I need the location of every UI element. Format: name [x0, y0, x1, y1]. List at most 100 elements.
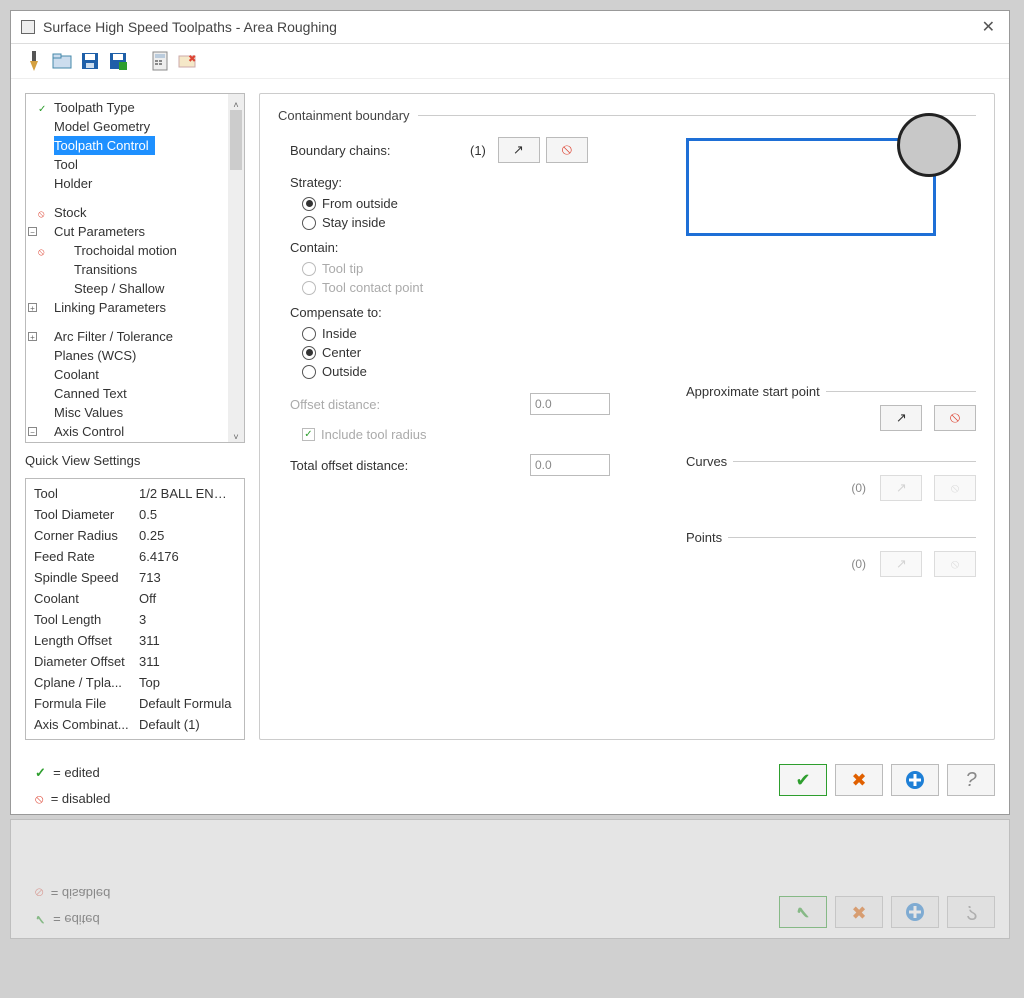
- calculator-icon[interactable]: [149, 50, 171, 72]
- curves-group: Curves (0) ⦸: [686, 454, 976, 501]
- quick-view-row: Tool1/2 BALL ENDMI...: [34, 483, 236, 504]
- disabled-icon: ⦸: [35, 791, 43, 806]
- cancel-button[interactable]: ✖: [835, 764, 883, 796]
- tree-item[interactable]: ✓Toolpath Type: [28, 98, 242, 117]
- tree-item[interactable]: ⦸Stock: [28, 203, 242, 222]
- curves-label: Curves: [686, 454, 727, 469]
- tree-item[interactable]: +Arc Filter / Tolerance: [28, 327, 242, 346]
- approx-start-group: Approximate start point: [686, 384, 976, 431]
- dialog-footer: ✓ = edited ⦸ = disabled ✔ ✖ ?: [11, 754, 1009, 814]
- approx-start-label: Approximate start point: [686, 384, 820, 399]
- strategy-stay-inside-label: Stay inside: [322, 215, 386, 230]
- radio-icon: [302, 327, 316, 341]
- legend-disabled: = disabled: [51, 791, 111, 806]
- preview-boundary: [686, 138, 936, 236]
- include-radius-checkbox: ✓: [302, 428, 315, 441]
- left-column: ✓Toolpath TypeModel GeometryToolpath Con…: [25, 93, 245, 740]
- tree-item[interactable]: Toolpath Control: [54, 136, 155, 155]
- tree-item[interactable]: Tool: [28, 155, 242, 174]
- quick-view-row: Diameter Offset311: [34, 651, 236, 672]
- close-button[interactable]: ✕: [978, 17, 999, 37]
- curves-select-button: [880, 475, 922, 501]
- contain-tool-contact: Tool contact point: [302, 280, 976, 295]
- tree-item[interactable]: −Cut Parameters: [28, 222, 242, 241]
- total-offset-input: [530, 454, 610, 476]
- boundary-select-button[interactable]: [498, 137, 540, 163]
- tree-item[interactable]: Coolant: [28, 365, 242, 384]
- quick-view-row: Feed Rate6.4176: [34, 546, 236, 567]
- radio-icon: [302, 281, 316, 295]
- boundary-clear-button[interactable]: [546, 137, 588, 163]
- points-select-button: [880, 551, 922, 577]
- quick-view-box: Tool1/2 BALL ENDMI...Tool Diameter0.5Cor…: [25, 478, 245, 740]
- offset-distance-label: Offset distance:: [290, 397, 470, 412]
- quick-view-row: CoolantOff: [34, 588, 236, 609]
- app-icon: [21, 20, 35, 34]
- window-title: Surface High Speed Toolpaths - Area Roug…: [43, 19, 978, 35]
- radio-icon: [302, 197, 316, 211]
- scroll-thumb[interactable]: [230, 110, 242, 170]
- cursor-icon: [896, 410, 907, 426]
- points-label: Points: [686, 530, 722, 545]
- tree-item[interactable]: Holder: [28, 174, 242, 193]
- scroll-up-icon[interactable]: ˄: [230, 96, 242, 108]
- quick-view-row: Formula FileDefault Formula: [34, 693, 236, 714]
- contain-label: Contain:: [290, 240, 976, 255]
- comp-inside[interactable]: Inside: [302, 326, 976, 341]
- help-button[interactable]: ?: [947, 764, 995, 796]
- containment-group-title: Containment boundary: [278, 108, 410, 123]
- save-green-icon[interactable]: [107, 50, 129, 72]
- quick-view-title: Quick View Settings: [25, 453, 245, 468]
- comp-inside-label: Inside: [322, 326, 357, 341]
- radio-icon: [302, 365, 316, 379]
- add-button[interactable]: [891, 764, 939, 796]
- folder-icon[interactable]: [51, 50, 73, 72]
- plus-circle-icon: [905, 770, 925, 790]
- help-icon: ?: [965, 769, 976, 792]
- tree-item[interactable]: −Axis Control: [28, 422, 242, 441]
- radio-icon: [302, 262, 316, 276]
- quick-view-row: Tool Diameter0.5: [34, 504, 236, 525]
- preview-tool-icon: [897, 113, 961, 177]
- tree-item[interactable]: Planes (WCS): [28, 346, 242, 365]
- content-area: ✓Toolpath TypeModel GeometryToolpath Con…: [11, 79, 1009, 754]
- scroll-down-icon[interactable]: ˅: [230, 428, 242, 440]
- nav-tree[interactable]: ✓Toolpath TypeModel GeometryToolpath Con…: [25, 93, 245, 443]
- save-icon[interactable]: [79, 50, 101, 72]
- approx-start-clear-button[interactable]: [934, 405, 976, 431]
- quick-view-row: Corner Radius0.25: [34, 525, 236, 546]
- comp-center[interactable]: Center: [302, 345, 976, 360]
- svg-text:✖: ✖: [188, 54, 196, 65]
- tree-item[interactable]: Transitions: [28, 260, 242, 279]
- tree-item[interactable]: ⦸Trochoidal motion: [28, 241, 242, 260]
- total-offset-label: Total offset distance:: [290, 458, 470, 473]
- cursor-icon: [896, 480, 907, 496]
- offset-distance-input: [530, 393, 610, 415]
- clear-icon: [950, 409, 960, 427]
- radio-icon: [302, 216, 316, 230]
- tree-item[interactable]: +Linking Parameters: [28, 298, 242, 317]
- radio-icon: [302, 346, 316, 360]
- contain-tooltip: Tool tip: [302, 261, 976, 276]
- folder-delete-icon[interactable]: ✖: [177, 50, 199, 72]
- legend-edited: = edited: [53, 765, 100, 780]
- tree-item[interactable]: Steep / Shallow: [28, 279, 242, 298]
- contain-tool-contact-label: Tool contact point: [322, 280, 423, 295]
- tree-item[interactable]: Canned Text: [28, 384, 242, 403]
- tree-item[interactable]: Model Geometry: [28, 117, 242, 136]
- quick-view-row: Tool Length3: [34, 609, 236, 630]
- comp-outside[interactable]: Outside: [302, 364, 976, 379]
- settings-panel: Containment boundary Boundary chains: (1…: [259, 93, 995, 740]
- compensate-label: Compensate to:: [290, 305, 976, 320]
- quick-view-row: Spindle Speed713: [34, 567, 236, 588]
- approx-start-select-button[interactable]: [880, 405, 922, 431]
- ok-button[interactable]: ✔: [779, 764, 827, 796]
- points-group: Points (0) ⦸: [686, 530, 976, 577]
- curves-clear-button: ⦸: [934, 475, 976, 501]
- strategy-from-outside-label: From outside: [322, 196, 398, 211]
- scrollbar-track[interactable]: ˄ ˅: [228, 94, 244, 442]
- check-icon: ✔: [795, 770, 810, 791]
- tool-icon[interactable]: [23, 50, 45, 72]
- tree-item[interactable]: Misc Values: [28, 403, 242, 422]
- comp-outside-label: Outside: [322, 364, 367, 379]
